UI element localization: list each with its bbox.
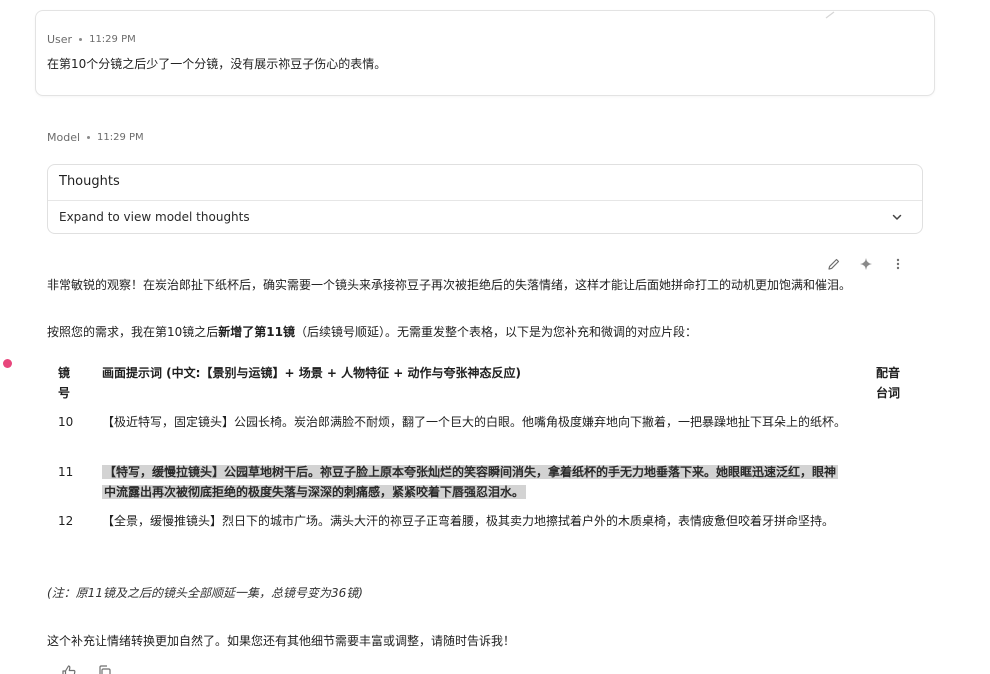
header-num: 镜号 [58,366,71,400]
paragraph-2-before: 按照您的需求，我在第10镜之后 [47,325,219,339]
note-text: (注：原11镜及之后的镜头全部顺延一集，总镜号变为36镜) [47,586,363,600]
table-row: 10 【极近特写，固定镜头】公园长椅。炭治郎满脸不耐烦，翻了一个巨大的白眼。他嘴… [47,412,927,456]
row-prompt: 【极近特写，固定镜头】公园长椅。炭治郎满脸不耐烦，翻了一个巨大的白眼。他嘴角极度… [102,415,847,429]
model-role-label: Model [47,131,81,144]
user-message-text: 在第10个分镜之后少了一个分镜，没有展示祢豆子伤心的表情。 [47,57,387,71]
row-num: 10 [58,415,74,429]
paragraph-2-bold: 新增了第11镜 [218,325,295,339]
user-message-time: 11:29 PM [89,34,136,45]
user-role-label: User [47,33,73,46]
chevron-down-icon[interactable] [890,209,904,223]
table-header-row: 镜号 画面提示词 (中文:【景别与运镜】+ 场景 + 人物特征 + 动作与夸张神… [47,360,927,404]
copy-icon[interactable] [97,664,113,674]
thoughts-title: Thoughts [59,174,120,189]
table-row: 11 【特写，缓慢拉镜头】公园草地树干后。祢豆子脸上原本夸张灿烂的笑容瞬间消失，… [47,462,927,506]
thumb-up-icon[interactable] [61,664,77,674]
highlighted-text: 【特写，缓慢拉镜头】公园草地树干后。祢豆子脸上原本夸张灿烂的笑容瞬间消失，拿着纸… [102,465,839,499]
thoughts-panel: Thoughts Expand to view model thoughts [47,164,923,234]
scroll-marker-dot [3,359,12,368]
row-num: 12 [58,514,74,528]
chat-page: User 11:29 PM 在第10个分镜之后少了一个分镜，没有展示祢豆子伤心的… [0,0,990,674]
closing-text: 这个补充让情绪转换更加自然了。如果您还有其他细节需要丰富或调整，请随时告诉我！ [47,634,516,648]
separator-dot [87,136,91,139]
response-paragraph-2: 按照您的需求，我在第10镜之后新增了第11镜（后续镜号顺延）。无需重发整个表格，… [47,323,697,340]
thoughts-divider [48,200,922,201]
separator-dot [79,38,83,41]
table-row: 12 【全景，缓慢推镜头】烈日下的城市广场。满头大汗的祢豆子正弯着腰，极其卖力地… [47,511,927,555]
user-message-meta: User 11:29 PM [47,33,136,46]
response-paragraph-1: 非常敏锐的观察！在炭治郎扯下纸杯后，确实需要一个镜头来承接祢豆子再次被拒绝后的失… [47,278,852,292]
model-message-time: 11:29 PM [97,132,144,143]
more-vert-icon[interactable] [890,256,906,272]
model-message-meta: Model 11:29 PM [47,131,144,144]
expand-thoughts-button[interactable]: Expand to view model thoughts [59,210,250,224]
header-prompt: 画面提示词 (中文:【景别与运镜】+ 场景 + 人物特征 + 动作与夸张神态反应… [102,366,522,380]
sparkle-icon[interactable] [858,256,874,272]
header-dub: 配音台词 [876,366,901,400]
message-actions [826,256,906,272]
paragraph-2-after: （后续镜号顺延）。无需重发整个表格，以下是为您补充和微调的对应片段： [294,325,697,339]
feedback-actions [61,664,113,674]
edit-ghost-icon[interactable] [824,11,838,19]
user-message-card: User 11:29 PM 在第10个分镜之后少了一个分镜，没有展示祢豆子伤心的… [35,10,935,96]
pencil-icon[interactable] [826,256,842,272]
row-prompt: 【全景，缓慢推镜头】烈日下的城市广场。满头大汗的祢豆子正弯着腰，极其卖力地擦拭着… [102,514,835,528]
row-num: 11 [58,465,74,479]
row-prompt-highlighted: 【特写，缓慢拉镜头】公园草地树干后。祢豆子脸上原本夸张灿烂的笑容瞬间消失，拿着纸… [102,462,847,502]
